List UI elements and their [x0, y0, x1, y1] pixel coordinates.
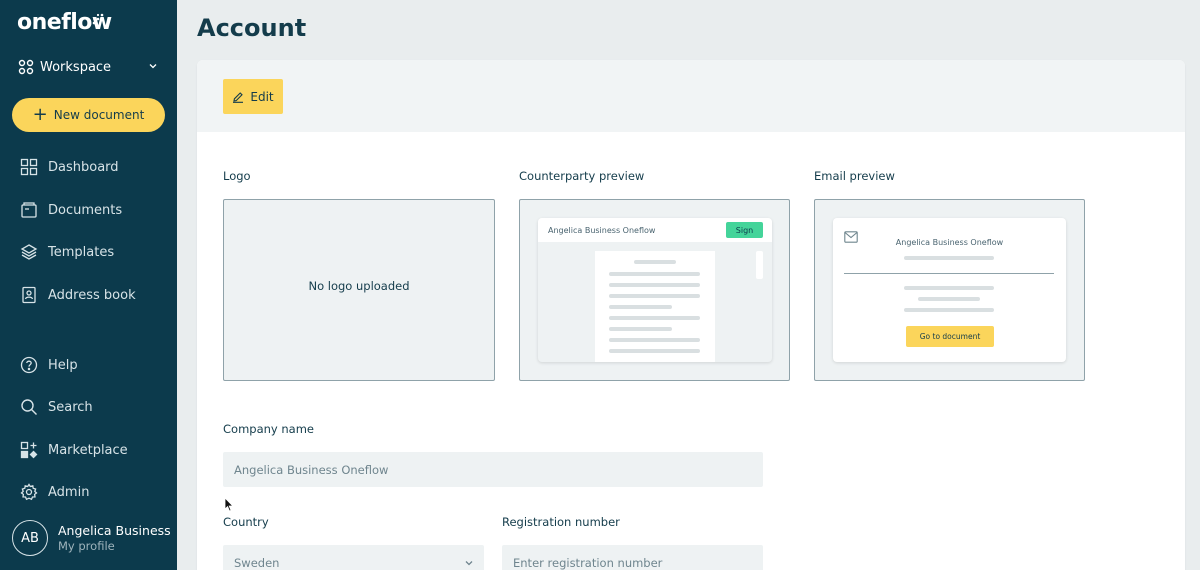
email-company-name: Angelica Business Oneflow [895, 238, 1004, 247]
plus-icon: + [32, 103, 48, 125]
email-preview-box: Angelica Business Oneflow Go to document [814, 199, 1085, 381]
logo-label: Logo [223, 169, 251, 183]
new-document-label: New document [53, 108, 145, 122]
chevron-down-icon [465, 561, 473, 566]
marketplace-icon [20, 441, 38, 459]
email-preview-window: Angelica Business Oneflow Go to document [833, 218, 1066, 362]
new-document-button[interactable]: + New document [12, 98, 165, 132]
sidebar-item-label: Marketplace [48, 442, 128, 458]
avatar: AB [12, 520, 48, 556]
scrollbar-preview [756, 251, 763, 279]
country-label: Country [223, 515, 269, 529]
gear-icon [20, 483, 38, 501]
sidebar-item-label: Documents [48, 202, 123, 218]
counterparty-preview-window: Angelica Business Oneflow Sign [538, 218, 772, 362]
chevron-down-icon [149, 64, 157, 69]
sidebar-item-label: Help [48, 357, 78, 373]
help-icon [20, 356, 38, 374]
edit-button[interactable]: Edit [223, 79, 283, 114]
sidebar-item-label: Admin [48, 484, 90, 500]
sidebar-item-dashboard[interactable]: Dashboard [20, 155, 170, 179]
sidebar-item-documents[interactable]: Documents [20, 198, 170, 222]
sign-button-preview: Sign [726, 222, 763, 238]
profile-subtitle: My profile [58, 539, 115, 553]
logo-dots-icon [92, 13, 104, 25]
logo-box: No logo uploaded [223, 199, 495, 381]
sidebar-item-label: Address book [48, 287, 136, 303]
sidebar-item-help[interactable]: Help [20, 353, 170, 377]
counterparty-preview-box: Angelica Business Oneflow Sign [519, 199, 790, 381]
email-preview-label: Email preview [814, 169, 895, 183]
document-page-preview [595, 251, 715, 362]
email-divider [844, 273, 1054, 274]
sidebar-item-label: Dashboard [48, 159, 119, 175]
country-select[interactable]: Sweden [223, 545, 484, 570]
counterparty-preview-header: Angelica Business Oneflow Sign [538, 218, 772, 242]
workspace-label: Workspace [40, 59, 112, 75]
sidebar-item-label: Templates [48, 244, 115, 260]
workspace-icon [18, 59, 34, 75]
profile-name: Angelica Business [58, 523, 171, 538]
registration-number-input[interactable]: Enter registration number [502, 545, 763, 570]
edit-label: Edit [250, 89, 274, 104]
mouse-cursor-icon [224, 497, 234, 512]
registration-number-label: Registration number [502, 515, 620, 529]
no-logo-text: No logo uploaded [308, 279, 410, 293]
profile-menu[interactable]: AB Angelica Business My profile [12, 520, 177, 556]
sidebar-item-admin[interactable]: Admin [20, 480, 170, 504]
sidebar-item-address-book[interactable]: Address book [20, 283, 170, 307]
account-card: Edit Logo No logo uploaded Counterparty … [197, 60, 1185, 570]
documents-icon [21, 202, 37, 218]
company-name-input[interactable]: Angelica Business Oneflow [223, 452, 763, 487]
sidebar: oneflow Workspace + New document Dashboa… [0, 0, 177, 570]
pencil-icon [233, 91, 244, 103]
page-title: Account [197, 14, 307, 42]
dashboard-icon [20, 158, 38, 176]
card-toolbar: Edit [197, 60, 1185, 132]
counterparty-preview-label: Counterparty preview [519, 169, 645, 183]
company-name-label: Company name [223, 422, 314, 436]
country-value: Sweden [234, 555, 280, 570]
templates-icon [20, 244, 38, 260]
search-icon [21, 399, 37, 415]
sidebar-item-templates[interactable]: Templates [20, 240, 170, 264]
go-to-document-button-preview: Go to document [906, 326, 994, 347]
sidebar-item-search[interactable]: Search [20, 395, 170, 419]
sidebar-item-marketplace[interactable]: Marketplace [20, 438, 170, 462]
counterparty-company-name: Angelica Business Oneflow [548, 225, 656, 235]
sidebar-item-label: Search [48, 399, 93, 415]
workspace-selector[interactable]: Workspace [18, 57, 160, 77]
address-book-icon [22, 286, 36, 304]
